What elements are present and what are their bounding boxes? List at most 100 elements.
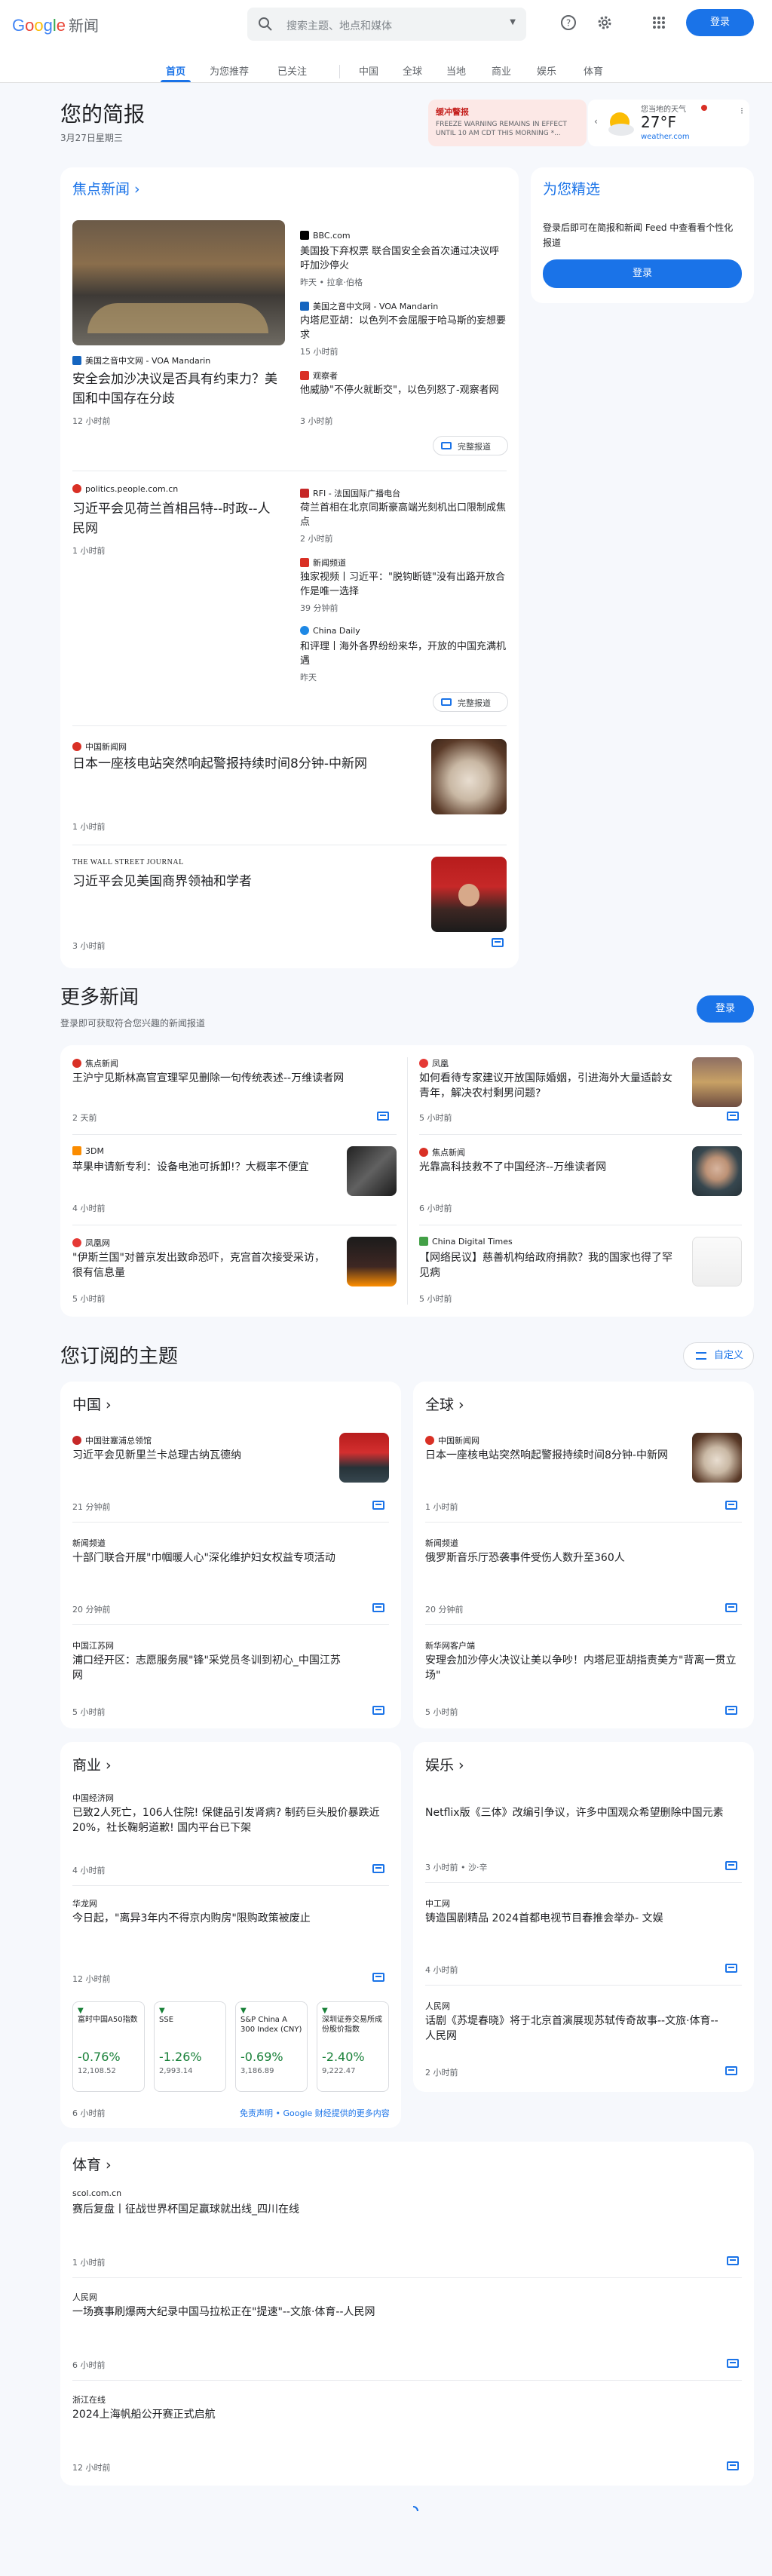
- story-headline[interactable]: 美国投下弃权票 联合国安全会首次通过决议呼吁加沙停火: [300, 244, 508, 273]
- story-headline[interactable]: 俄罗斯音乐厅恐袭事件受伤人数升至360人: [425, 1550, 742, 1566]
- story-headline[interactable]: 独家视频丨习近平："脱钩断链"没有出路开放合作是唯一选择: [300, 570, 508, 599]
- full-coverage-icon[interactable]: [725, 1964, 737, 1973]
- topic-title[interactable]: 体育 ›: [72, 2154, 112, 2174]
- full-coverage-icon[interactable]: [727, 1112, 739, 1121]
- story-headline[interactable]: Netflix版《三体》改编引争议，许多中国观众希望删除中国元素: [425, 1805, 727, 1820]
- story-source[interactable]: RFI - 法国国际广播电台: [300, 487, 400, 499]
- full-coverage-icon[interactable]: [372, 1864, 384, 1873]
- story-source[interactable]: 新闻频道: [300, 557, 346, 569]
- tab-local[interactable]: 当地: [446, 63, 466, 78]
- story-image[interactable]: [692, 1433, 742, 1483]
- search-bar[interactable]: 搜索主题、地点和媒体 ▼: [247, 8, 526, 41]
- tab-for-you[interactable]: 为您推荐: [210, 63, 249, 78]
- story-headline[interactable]: 习近平会见荷兰首相吕特--时政--人民网: [72, 499, 276, 538]
- login-button[interactable]: 登录: [686, 9, 754, 36]
- finance-disclaimer-link[interactable]: 免责声明 • Google 财经提供的更多内容: [240, 2107, 390, 2119]
- story-source[interactable]: politics.people.com.cn: [72, 484, 178, 494]
- full-coverage-button[interactable]: 完整报道: [433, 436, 508, 455]
- story-source[interactable]: 焦点新闻: [419, 1146, 465, 1158]
- full-coverage-icon[interactable]: [725, 1861, 737, 1870]
- full-coverage-icon[interactable]: [725, 1603, 737, 1612]
- tab-world[interactable]: 全球: [403, 63, 422, 78]
- tab-entertainment[interactable]: 娱乐: [537, 63, 556, 78]
- weather-alert[interactable]: 缓冲警报 FREEZE WARNING REMAINS IN EFFECT UN…: [428, 100, 587, 146]
- story-source[interactable]: 美国之音中文网 - VOA Mandarin: [72, 354, 210, 366]
- weather-widget[interactable]: ‹ 您当地的天气 27°F weather.com ⁝: [588, 100, 749, 146]
- story-headline[interactable]: 赛后复盘丨征战世界杯国足赢球就出线_四川在线: [72, 2202, 721, 2217]
- tab-china[interactable]: 中国: [359, 63, 378, 78]
- story-source[interactable]: scol.com.cn: [72, 2188, 121, 2198]
- story-source[interactable]: 美国之音中文网 - VOA Mandarin: [300, 300, 438, 312]
- story-image[interactable]: [692, 1146, 742, 1196]
- picks-login-button[interactable]: 登录: [543, 259, 742, 288]
- story-headline[interactable]: "伊斯兰国"对普京发出致命恐吓，克宫首次接受采访，很有信息量: [72, 1250, 329, 1280]
- customize-button[interactable]: 自定义: [683, 1342, 754, 1369]
- story-source[interactable]: 中国新闻网: [425, 1434, 479, 1446]
- stock-card[interactable]: ▼ 深圳证券交易所成份股价指数 -2.40% 9,222.47: [317, 2001, 389, 2092]
- tab-business[interactable]: 商业: [492, 63, 511, 78]
- full-coverage-icon[interactable]: [725, 1501, 737, 1510]
- story-headline[interactable]: 他威胁"不停火就断交"，以色列怒了-观察者网: [300, 383, 508, 397]
- topic-title[interactable]: 中国 ›: [72, 1394, 112, 1414]
- story-headline[interactable]: 十部门联合开展"巾帼暖人心"深化维护妇女权益专项活动: [72, 1550, 389, 1566]
- full-coverage-icon[interactable]: [725, 2066, 737, 2075]
- story-source[interactable]: 中国经济网: [72, 1792, 114, 1804]
- story-source[interactable]: 人民网: [425, 2000, 450, 2012]
- story-image[interactable]: [692, 1057, 742, 1107]
- google-news-logo[interactable]: Google 新闻: [12, 14, 99, 35]
- story-source[interactable]: 凤凰: [419, 1057, 449, 1069]
- more-options-icon[interactable]: ⁝: [740, 106, 743, 116]
- story-headline[interactable]: 浦口经开区：志愿服务展"锋"采党员冬训到初心_中国江苏网: [72, 1653, 344, 1683]
- settings-gear-icon[interactable]: [596, 14, 614, 32]
- stock-card[interactable]: ▼ SSE -1.26% 2,993.14: [154, 2001, 226, 2092]
- full-coverage-icon[interactable]: [372, 1501, 384, 1510]
- chevron-left-icon[interactable]: ‹: [594, 116, 598, 127]
- apps-grid-icon[interactable]: [650, 14, 668, 32]
- story-headline[interactable]: 安全会加沙决议是否具有约束力？美国和中国存在分歧: [72, 370, 283, 409]
- full-coverage-button[interactable]: 完整报道: [433, 692, 508, 712]
- topic-title[interactable]: 全球 ›: [425, 1394, 464, 1414]
- story-headline[interactable]: 荷兰首相在北京同斯豪高端光刻机出口限制成焦点: [300, 501, 508, 529]
- story-image[interactable]: [72, 220, 285, 345]
- story-source[interactable]: 3DM: [72, 1146, 104, 1156]
- story-source[interactable]: BBC.com: [300, 231, 351, 241]
- story-source[interactable]: 新闻频道: [425, 1537, 458, 1549]
- stock-card[interactable]: ▼ 富时中国A50指数 -0.76% 12,108.52: [72, 2001, 145, 2092]
- story-source[interactable]: 中国驻塞浦总领馆: [72, 1434, 152, 1446]
- tab-sports[interactable]: 体育: [584, 63, 603, 78]
- story-image[interactable]: [339, 1433, 389, 1483]
- story-source[interactable]: 新华网客户端: [425, 1639, 475, 1651]
- full-coverage-icon[interactable]: [727, 2461, 739, 2470]
- story-headline[interactable]: 苹果申请新专利：设备电池可拆卸!？大概率不便宜: [72, 1160, 329, 1175]
- story-headline[interactable]: 日本一座核电站突然响起警报持续时间8分钟-中新网: [72, 754, 434, 774]
- search-input[interactable]: 搜索主题、地点和媒体: [286, 18, 392, 33]
- search-dropdown-icon[interactable]: ▼: [510, 18, 516, 26]
- story-headline[interactable]: 今日起，"离异3年内不得京内购房"限购政策被废止: [72, 1911, 389, 1926]
- story-headline[interactable]: 光靠高科技救不了中国经济--万维读者网: [419, 1160, 676, 1175]
- story-source[interactable]: 浙江在线: [72, 2394, 106, 2406]
- story-headline[interactable]: 安理会加沙停火决议让美以争吵！内塔尼亚胡指责美方"背离一贯立场": [425, 1653, 742, 1683]
- top-stories-title[interactable]: 焦点新闻 ›: [72, 178, 140, 198]
- story-image[interactable]: [431, 857, 507, 932]
- story-headline[interactable]: 【网络民议】慈善机构给政府捐款？我的国家也得了罕见病: [419, 1250, 676, 1280]
- story-source[interactable]: 凤凰网: [72, 1237, 110, 1249]
- full-coverage-icon[interactable]: [727, 2359, 739, 2368]
- more-news-login-button[interactable]: 登录: [697, 995, 754, 1023]
- story-headline[interactable]: 内塔尼亚胡：以色列不会屈服于哈马斯的妄想要求: [300, 314, 508, 342]
- story-source[interactable]: 华龙网: [72, 1897, 97, 1909]
- topic-title[interactable]: 娱乐 ›: [425, 1754, 464, 1774]
- story-headline[interactable]: 一场赛事刷爆两大纪录中国马拉松正在"提速"--文旅·体育--人民网: [72, 2305, 721, 2320]
- full-coverage-icon[interactable]: [377, 1112, 389, 1121]
- story-headline[interactable]: 日本一座核电站突然响起警报持续时间8分钟-中新网: [425, 1448, 682, 1463]
- story-source[interactable]: 焦点新闻: [72, 1057, 118, 1069]
- story-source[interactable]: 观察者: [300, 370, 338, 382]
- story-image[interactable]: [347, 1146, 397, 1196]
- story-source[interactable]: 中国江苏网: [72, 1639, 114, 1651]
- story-image[interactable]: [431, 739, 507, 814]
- story-headline[interactable]: 习近平会见美国商界领袖和学者: [72, 872, 419, 891]
- tab-following[interactable]: 已关注: [277, 63, 307, 78]
- story-headline[interactable]: 已致2人死亡，106人住院! 保健品引发肾病? 制药巨头股价暴跌近20%，社长鞠…: [72, 1805, 389, 1835]
- story-source[interactable]: China Digital Times: [419, 1237, 513, 1247]
- story-headline[interactable]: 如何看待专家建议开放国际婚姻，引进海外大量适龄女青年，解决农村剩男问题?: [419, 1071, 676, 1101]
- full-coverage-icon[interactable]: [372, 1973, 384, 1982]
